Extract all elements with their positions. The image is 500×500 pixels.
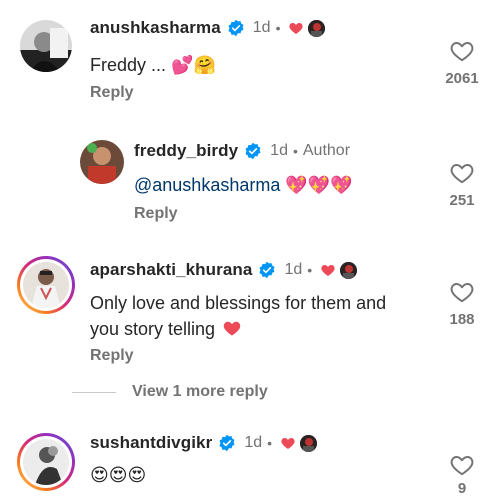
verified-badge-icon <box>245 142 261 160</box>
like-count: 2061 <box>445 70 479 87</box>
comment-text: @anushkasharma 💖💖💖 <box>134 172 353 199</box>
timestamp: 1d <box>284 261 303 278</box>
divider <box>72 391 116 393</box>
creator-liked-heart-icon <box>289 23 304 34</box>
heart-outline-icon[interactable] <box>449 38 475 64</box>
creator-mini-avatar <box>340 261 358 279</box>
comment-header: aparshakti_khurana 1d • <box>90 260 358 280</box>
emoji: 💕 <box>171 55 194 76</box>
timestamp: 1d <box>252 19 271 36</box>
like-count: 188 <box>449 311 475 328</box>
like-count: 251 <box>449 192 475 209</box>
avatar[interactable] <box>80 140 124 184</box>
comment-header: anushkasharma 1d • <box>90 18 326 38</box>
username[interactable]: aparshakti_khurana <box>90 260 252 280</box>
emoji: 💖 <box>307 175 331 196</box>
like-column: 188 <box>432 279 492 328</box>
avatar-photo <box>23 439 69 485</box>
like-column: 2061 <box>432 38 492 87</box>
comment-text: 😍😍😍 <box>90 462 146 489</box>
heart-outline-icon[interactable] <box>449 279 475 305</box>
like-count: 9 <box>457 480 467 497</box>
red-heart-emoji-icon <box>223 321 241 336</box>
comments-screen: anushkasharma 1d • Freddy ... 💕🤗 Reply 2… <box>0 0 500 500</box>
emoji: 😍 <box>108 465 128 486</box>
separator: • <box>292 143 298 159</box>
mention-link[interactable]: @anushkasharma <box>134 175 280 195</box>
emoji: 💖 <box>330 175 353 196</box>
creator-mini-avatar <box>300 434 318 452</box>
like-column: 251 <box>432 160 492 209</box>
view-more-label: View 1 more reply <box>132 383 268 400</box>
avatar[interactable] <box>20 20 72 72</box>
comment-text-line: you story telling <box>90 316 386 342</box>
emoji: 😍 <box>127 465 147 486</box>
heart-outline-icon[interactable] <box>449 452 475 478</box>
like-column: 9 <box>432 452 492 497</box>
emoji: 😍 <box>90 465 109 486</box>
comment-header: freddy_birdy 1d • Author <box>134 141 350 161</box>
comment-text: Freddy ... 💕🤗 <box>90 55 216 76</box>
avatar-ring-inner <box>20 436 72 488</box>
creator-liked-heart-icon <box>321 265 335 276</box>
separator: • <box>275 20 281 36</box>
verified-badge-icon <box>259 261 275 279</box>
timestamp: 1d <box>270 142 288 159</box>
emoji: 💖 <box>285 175 308 196</box>
avatar-ring-inner <box>20 259 72 311</box>
reply-button[interactable]: Reply <box>90 84 134 102</box>
comment-text: Only love and blessings for them and you… <box>90 290 386 342</box>
verified-badge-icon <box>219 434 235 452</box>
avatar[interactable] <box>17 433 75 491</box>
creator-mini-avatar <box>308 19 326 37</box>
author-tag: Author <box>302 142 351 159</box>
separator: • <box>307 262 313 278</box>
comment-text-line: Only love and blessings for them and <box>90 293 387 313</box>
separator: • <box>267 435 273 451</box>
reply-button[interactable]: Reply <box>134 205 178 223</box>
emoji: 🤗 <box>193 55 216 76</box>
reply-button[interactable]: Reply <box>90 347 134 365</box>
avatar-photo <box>23 262 69 308</box>
timestamp: 1d <box>244 434 263 451</box>
comment-header: sushantdivgikr 1d • <box>90 433 318 453</box>
username[interactable]: freddy_birdy <box>134 141 238 161</box>
verified-badge-icon <box>228 19 244 37</box>
heart-outline-icon[interactable] <box>449 160 475 186</box>
creator-liked-heart-icon <box>281 438 295 449</box>
username[interactable]: anushkasharma <box>90 18 221 38</box>
avatar[interactable] <box>17 256 75 314</box>
view-more-replies-button[interactable]: View 1 more reply <box>72 383 268 401</box>
username[interactable]: sushantdivgikr <box>90 433 212 453</box>
